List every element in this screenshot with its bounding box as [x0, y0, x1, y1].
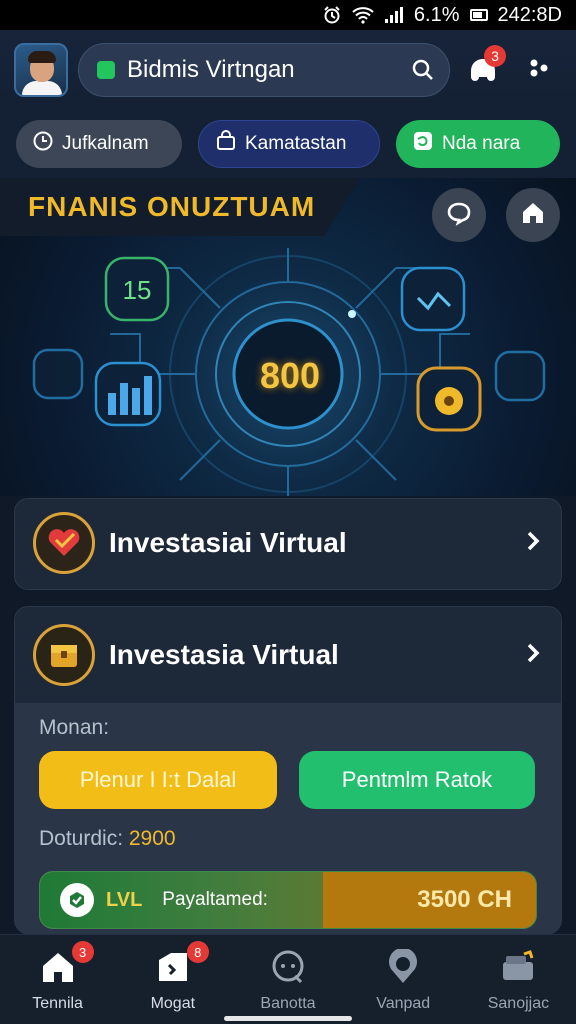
level-progress-fill: LVL Payaltamed: [40, 872, 323, 928]
chip-label: Jufkalnam [62, 133, 149, 154]
amount-label: Monan: [39, 716, 110, 739]
level-amount: 3500 CH [417, 886, 512, 913]
location-icon [383, 947, 423, 987]
heart-badge-icon [33, 512, 95, 574]
action-row: Plenur I I:t Dalal Pentmlm Ratok [39, 751, 537, 809]
clock-time: 242:8D [497, 3, 563, 26]
nav-label: Mogat [150, 995, 196, 1012]
tag-icon: 8 [153, 941, 209, 987]
nav-item-tennila[interactable]: 3 Tennila [0, 935, 115, 1024]
status-bar: 6.1% 242:8D [0, 0, 576, 30]
clock-icon [32, 130, 54, 158]
app-header: Bidmis Virtngan 3 [0, 30, 576, 110]
chevron-right-icon[interactable] [525, 639, 541, 671]
card-body: Monan: Plenur I I:t Dalal Pentmlm Ratok … [15, 703, 561, 935]
hero-badge-value: 15 [123, 275, 152, 305]
nav-item-mogat[interactable]: 8 Mogat [115, 935, 230, 1024]
hero-banner: 15 800 FNANIS ONUZTUAM [0, 178, 576, 496]
nav-item-vanpad[interactable]: Vanpad [346, 935, 461, 1024]
level-label: Payaltamed: [162, 889, 268, 910]
nav-badge: 3 [71, 941, 94, 963]
chip-nda-nara[interactable]: Nda nara [396, 120, 560, 168]
notifications-button[interactable]: 3 [460, 45, 506, 93]
nav-label: Tennila [32, 995, 83, 1012]
chip-kamatastan[interactable]: Kamatastan [198, 120, 380, 168]
level-icon [60, 883, 94, 917]
avatar[interactable] [14, 43, 68, 97]
chevron-right-icon[interactable] [525, 527, 541, 559]
nav-label: Banotta [260, 995, 316, 1012]
search-input[interactable]: Bidmis Virtngan [78, 43, 450, 97]
home-indicator[interactable] [224, 1016, 352, 1021]
card-header[interactable]: Investasia Virtual [15, 607, 561, 703]
chip-label: Kamatastan [245, 133, 347, 154]
refresh-icon [412, 130, 434, 158]
wallet-icon [498, 947, 538, 987]
chip-jufkalnam[interactable]: Jufkalnam [16, 120, 182, 168]
home-icon [520, 200, 546, 231]
chat-bubble-icon [446, 200, 472, 231]
dots-icon [528, 57, 550, 84]
card-title: Investasiai Virtual [109, 527, 347, 558]
chat-button[interactable] [432, 188, 486, 242]
card-header: Investasiai Virtual [15, 499, 561, 587]
primary-action-button[interactable]: Plenur I I:t Dalal [39, 751, 277, 809]
chip-label: Nda nara [442, 133, 521, 154]
avatar-hair [28, 51, 56, 63]
avatar-shirt [22, 81, 62, 95]
notification-badge: 3 [484, 45, 506, 67]
menu-button[interactable] [516, 47, 562, 93]
duration-line: Doturdic: 2900 [39, 827, 537, 851]
bag-icon [215, 130, 237, 158]
battery-icon [469, 9, 488, 21]
hero-title: FNANIS ONUZTUAM [28, 191, 316, 222]
duration-label: Doturdic: [39, 827, 124, 850]
nav-label: Sanojjac [487, 995, 550, 1012]
alarm-icon [322, 5, 342, 25]
app-badge-icon [97, 61, 115, 79]
home-button[interactable] [506, 188, 560, 242]
filter-chips: Jufkalnam Kamatastan Nda nara [0, 110, 576, 178]
chest-icon [33, 624, 95, 686]
search-text: Bidmis Virtngan [127, 56, 295, 83]
nav-item-banotta[interactable]: Banotta [230, 935, 345, 1024]
hero-center-value: 800 [259, 355, 321, 396]
level-tag: LVL [106, 888, 143, 911]
nav-label: Vanpad [376, 995, 431, 1012]
chat-icon [268, 947, 308, 987]
battery-percent: 6.1% [413, 3, 460, 26]
home-icon: 3 [38, 941, 94, 987]
nav-item-sanojjac[interactable]: Sanojjac [461, 935, 576, 1024]
secondary-action-button[interactable]: Pentmlm Ratok [299, 751, 535, 809]
wifi-icon [352, 6, 374, 24]
duration-value: 2900 [128, 827, 176, 850]
search-icon[interactable] [411, 58, 435, 82]
level-progress-bar: LVL Payaltamed: 3500 CH [39, 871, 537, 929]
hero-title-tab: FNANIS ONUZTUAM [0, 178, 360, 236]
investment-card-2: Investasia Virtual Monan: Plenur I I:t D… [14, 606, 562, 935]
investment-card-1[interactable]: Investasiai Virtual [14, 498, 562, 590]
nav-badge: 8 [186, 941, 209, 963]
card-title: Investasia Virtual [109, 639, 339, 670]
bottom-navigation: 3 Tennila 8 Mogat Banotta Vanpad Sanojja… [0, 934, 576, 1024]
signal-icon [384, 6, 404, 24]
